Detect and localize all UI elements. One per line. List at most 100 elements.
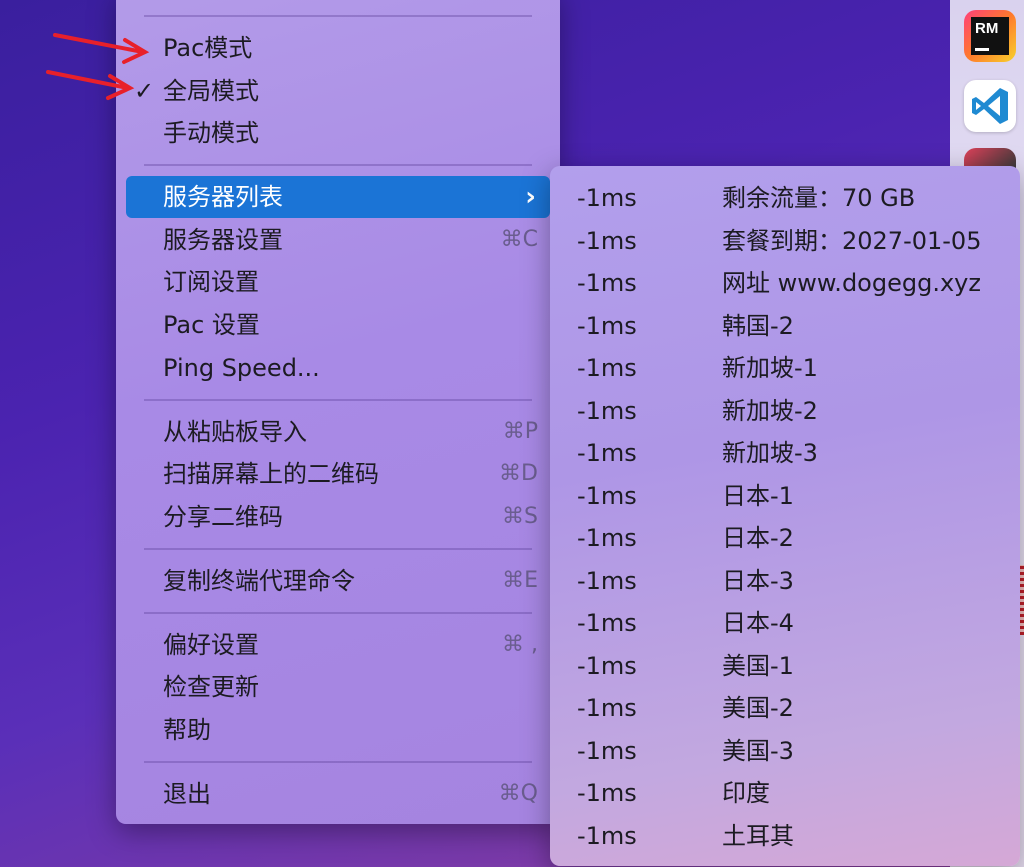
menu-item-label: 服务器列表 bbox=[163, 183, 283, 211]
server-name: 新加坡-3 bbox=[722, 439, 818, 467]
shortcut-label: ⌘D bbox=[499, 461, 538, 486]
menu-item-label: 复制终端代理命令 bbox=[163, 567, 355, 595]
menu-item-label: 帮助 bbox=[163, 716, 211, 744]
rm-app-icon[interactable]: RM bbox=[964, 10, 1016, 62]
ping-label: -1ms bbox=[577, 269, 637, 297]
ping-label: -1ms bbox=[577, 609, 637, 637]
server-item[interactable]: -1ms 韩国-2 bbox=[550, 305, 1020, 347]
menu-separator bbox=[144, 15, 532, 17]
menu-item-manual-mode[interactable]: 手动模式 bbox=[126, 112, 550, 154]
server-item[interactable]: -1ms 套餐到期：2027-01-05 bbox=[550, 220, 1020, 262]
ping-label: -1ms bbox=[577, 354, 637, 382]
ping-label: -1ms bbox=[577, 737, 637, 765]
server-item[interactable]: -1ms 日本-3 bbox=[550, 560, 1020, 602]
menu-item-label: 手动模式 bbox=[163, 119, 259, 147]
ping-label: -1ms bbox=[577, 567, 637, 595]
ping-label: -1ms bbox=[577, 524, 637, 552]
rm-app-label: RM bbox=[975, 20, 999, 37]
menu-separator bbox=[144, 164, 532, 166]
ping-label: -1ms bbox=[577, 779, 637, 807]
menu-item-preferences[interactable]: 偏好设置 ⌘ , bbox=[126, 624, 550, 666]
menu-item-label: 退出 bbox=[163, 780, 211, 808]
menu-item-scan-qr[interactable]: 扫描屏幕上的二维码 ⌘D bbox=[126, 453, 550, 495]
ping-label: -1ms bbox=[577, 397, 637, 425]
server-name: 美国-2 bbox=[722, 694, 794, 722]
menu-item-server-settings[interactable]: 服务器设置 ⌘C bbox=[126, 219, 550, 261]
server-item[interactable]: -1ms 美国-3 bbox=[550, 730, 1020, 772]
checkmark-icon: ✓ bbox=[134, 77, 155, 105]
menu-item-server-list[interactable]: 服务器列表 › bbox=[126, 176, 550, 218]
server-item[interactable]: -1ms 新加坡-1 bbox=[550, 347, 1020, 389]
menu-item-label: 检查更新 bbox=[163, 673, 259, 701]
shortcut-label: ⌘E bbox=[502, 568, 538, 593]
server-name: 日本-4 bbox=[722, 609, 794, 637]
menu-item-label: 分享二维码 bbox=[163, 503, 283, 531]
menu-item-pac-settings[interactable]: Pac 设置 bbox=[126, 304, 550, 346]
shortcut-label: ⌘ , bbox=[502, 632, 538, 657]
ping-label: -1ms bbox=[577, 652, 637, 680]
menu-item-copy-proxy-command[interactable]: 复制终端代理命令 ⌘E bbox=[126, 560, 550, 602]
menu-item-label: 服务器设置 bbox=[163, 226, 283, 254]
menu-item-share-qr[interactable]: 分享二维码 ⌘S bbox=[126, 496, 550, 538]
menu-item-quit[interactable]: 退出 ⌘Q bbox=[126, 773, 550, 815]
server-name: 剩余流量：70 GB bbox=[722, 184, 916, 212]
server-name: 日本-1 bbox=[722, 482, 794, 510]
menu-item-label: Pac 设置 bbox=[163, 311, 260, 339]
shortcut-label: ⌘C bbox=[500, 227, 538, 252]
server-name: 美国-1 bbox=[722, 652, 794, 680]
menu-item-label: 扫描屏幕上的二维码 bbox=[163, 460, 379, 488]
menu-item-label: 全局模式 bbox=[163, 77, 259, 105]
status-bar-menu: Pac模式 ✓ 全局模式 手动模式 服务器列表 › 服务器设置 ⌘C 订阅设置 … bbox=[116, 0, 560, 824]
server-item[interactable]: -1ms 日本-4 bbox=[550, 602, 1020, 644]
menu-item-subscription-settings[interactable]: 订阅设置 bbox=[126, 261, 550, 303]
server-list-submenu: -1ms 剩余流量：70 GB -1ms 套餐到期：2027-01-05 -1m… bbox=[550, 166, 1020, 866]
server-item[interactable]: -1ms 美国-1 bbox=[550, 645, 1020, 687]
menu-item-check-updates[interactable]: 检查更新 bbox=[126, 666, 550, 708]
ping-label: -1ms bbox=[577, 227, 637, 255]
server-name: 美国-3 bbox=[722, 737, 794, 765]
ping-label: -1ms bbox=[577, 482, 637, 510]
app-icon[interactable] bbox=[964, 148, 1016, 168]
server-name: 土耳其 bbox=[722, 822, 794, 850]
server-item[interactable]: -1ms 日本-1 bbox=[550, 475, 1020, 517]
server-name: 套餐到期：2027-01-05 bbox=[722, 227, 982, 255]
menu-item-label: 偏好设置 bbox=[163, 631, 259, 659]
shortcut-label: ⌘Q bbox=[498, 781, 538, 806]
menu-separator bbox=[144, 761, 532, 763]
server-name: 日本-2 bbox=[722, 524, 794, 552]
menu-item-ping-speed[interactable]: Ping Speed... bbox=[126, 347, 550, 389]
ping-label: -1ms bbox=[577, 439, 637, 467]
server-name: 网址 www.dogegg.xyz bbox=[722, 269, 981, 297]
shortcut-label: ⌘S bbox=[502, 504, 538, 529]
server-item[interactable]: -1ms 土耳其 bbox=[550, 815, 1020, 857]
vscode-icon[interactable] bbox=[964, 80, 1016, 132]
menu-separator bbox=[144, 548, 532, 550]
menu-separator bbox=[144, 399, 532, 401]
menu-item-global-mode[interactable]: ✓ 全局模式 bbox=[126, 70, 550, 112]
menu-item-label: 从粘贴板导入 bbox=[163, 418, 307, 446]
chevron-right-icon: › bbox=[525, 182, 536, 212]
server-name: 新加坡-1 bbox=[722, 354, 818, 382]
ping-label: -1ms bbox=[577, 822, 637, 850]
shortcut-label: ⌘P bbox=[502, 419, 538, 444]
server-name: 新加坡-2 bbox=[722, 397, 818, 425]
server-item[interactable]: -1ms 日本-2 bbox=[550, 517, 1020, 559]
menu-item-label: Pac模式 bbox=[163, 34, 253, 62]
menu-item-label: Ping Speed... bbox=[163, 354, 320, 382]
server-item[interactable]: -1ms 剩余流量：70 GB bbox=[550, 177, 1020, 219]
menu-item-import-clipboard[interactable]: 从粘贴板导入 ⌘P bbox=[126, 411, 550, 453]
server-item[interactable]: -1ms 美国-2 bbox=[550, 687, 1020, 729]
ping-label: -1ms bbox=[577, 312, 637, 340]
menu-item-pac-mode[interactable]: Pac模式 bbox=[126, 27, 550, 69]
server-item[interactable]: -1ms 新加坡-2 bbox=[550, 390, 1020, 432]
menu-item-label: 订阅设置 bbox=[163, 268, 259, 296]
server-name: 韩国-2 bbox=[722, 312, 794, 340]
server-item[interactable]: -1ms 印度 bbox=[550, 772, 1020, 814]
server-item[interactable]: -1ms 网址 www.dogegg.xyz bbox=[550, 262, 1020, 304]
menu-separator bbox=[144, 612, 532, 614]
ping-label: -1ms bbox=[577, 184, 637, 212]
menu-item-help[interactable]: 帮助 bbox=[126, 709, 550, 751]
ping-label: -1ms bbox=[577, 694, 637, 722]
server-name: 日本-3 bbox=[722, 567, 794, 595]
server-item[interactable]: -1ms 新加坡-3 bbox=[550, 432, 1020, 474]
